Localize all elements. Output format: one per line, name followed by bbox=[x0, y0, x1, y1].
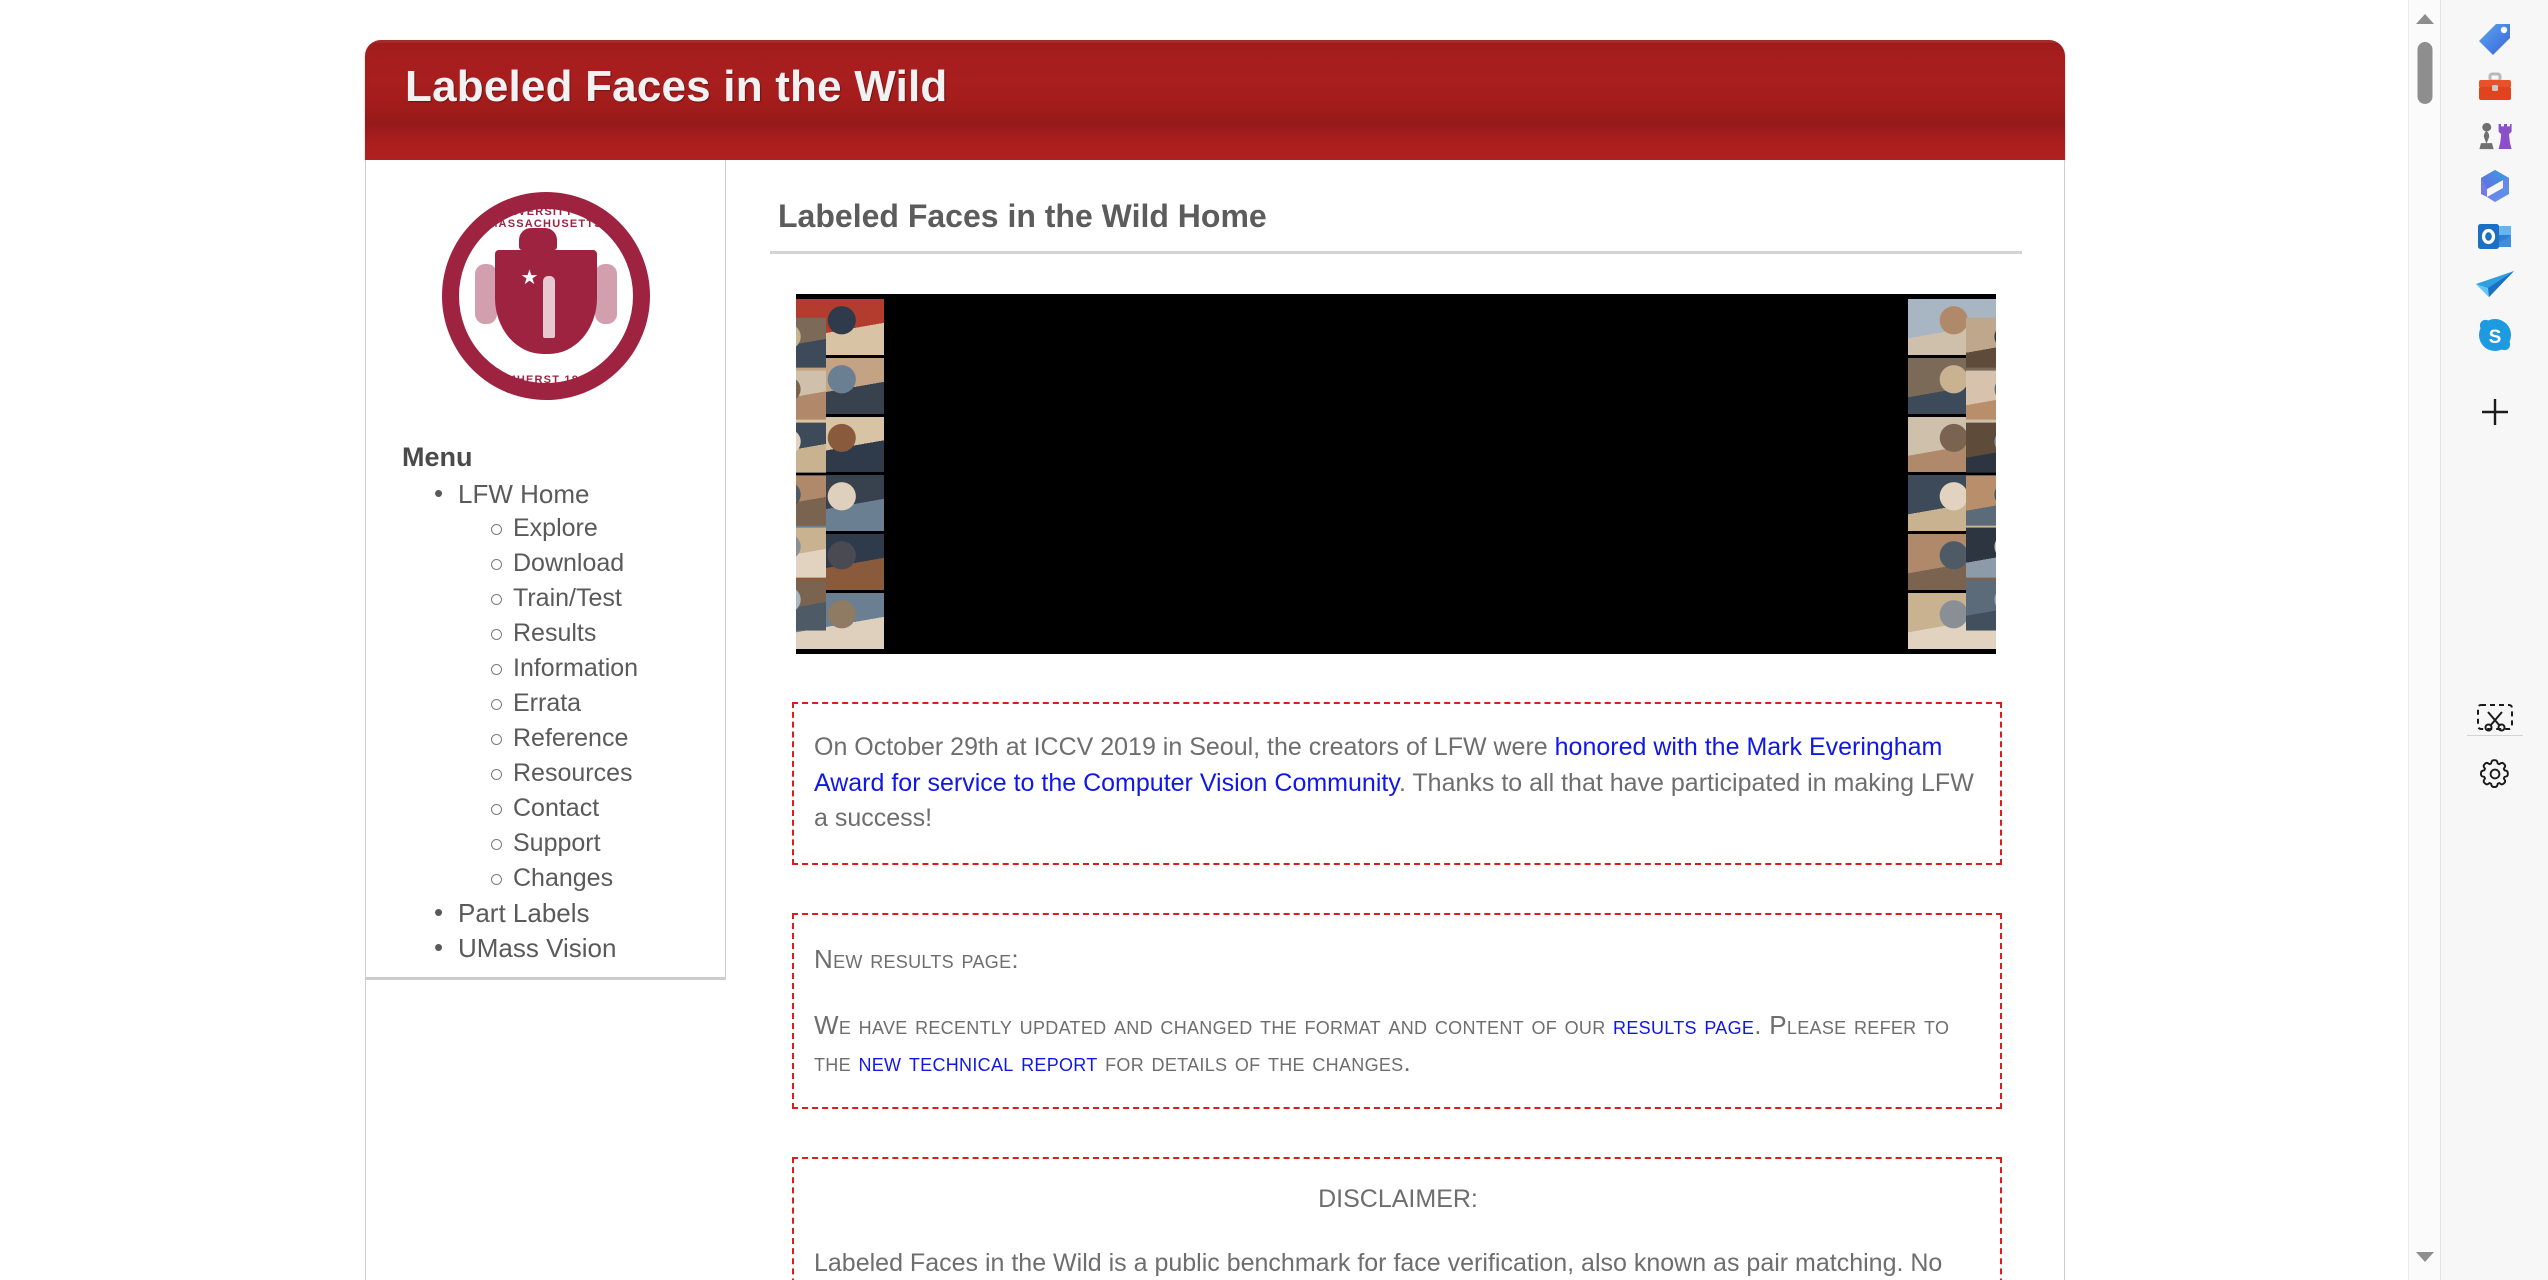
svg-text:S: S bbox=[2488, 327, 2501, 348]
banner-face-thumbnail bbox=[1966, 422, 1996, 473]
banner-face-thumbnail bbox=[796, 317, 826, 368]
banner-face-thumbnail bbox=[796, 527, 826, 578]
sidebar-item-label: Train/Test bbox=[513, 584, 622, 612]
sidebar-item-label: Information bbox=[513, 654, 639, 682]
seal-emblem: ★ bbox=[474, 226, 617, 366]
disclaimer-notice-box: DISCLAIMER: Labeled Faces in the Wild is… bbox=[792, 1157, 2002, 1280]
sidebar-submenu: Explore Download Train/Test Results Info… bbox=[458, 511, 725, 895]
sidebar-item-label: Resources bbox=[513, 759, 633, 787]
browser-viewport: Labeled Faces in the Wild UNIVERSITY OF … bbox=[0, 0, 2440, 1280]
notice-spacer bbox=[814, 977, 1982, 1007]
new-technical-report-link[interactable]: new technical report bbox=[858, 1047, 1097, 1077]
sidebar-item-label: Results bbox=[513, 619, 597, 647]
sidebar-item-label: Part Labels bbox=[458, 898, 590, 928]
sidebar-item-contact[interactable]: Contact bbox=[458, 791, 725, 825]
site-header: Labeled Faces in the Wild bbox=[365, 40, 2065, 160]
seal-figure bbox=[542, 276, 555, 338]
sidebar-item-label: Download bbox=[513, 549, 625, 577]
sidebar-item-label: Explore bbox=[513, 514, 598, 542]
page-title: Labeled Faces in the Wild Home bbox=[778, 198, 1267, 234]
title-divider bbox=[770, 251, 2022, 254]
banner-face-thumbnail bbox=[1966, 580, 1996, 631]
notice-text-part: We have recently updated and changed the… bbox=[814, 1010, 1614, 1041]
sidebar-item-errata[interactable]: Errata bbox=[458, 686, 725, 720]
new-results-notice-box: New results page: We have recently updat… bbox=[792, 912, 2002, 1110]
banner-face-thumbnail bbox=[796, 475, 826, 526]
banner-face-thumbnail bbox=[1966, 475, 1996, 526]
award-notice-text: On October 29th at ICCV 2019 in Seoul, t… bbox=[814, 730, 1982, 837]
banner-face-column bbox=[1966, 317, 1996, 631]
disclaimer-text: Labeled Faces in the Wild is a public be… bbox=[814, 1249, 1943, 1278]
sidebar-item-reference[interactable]: Reference bbox=[458, 721, 725, 755]
sidebar-item-label: Support bbox=[513, 829, 601, 857]
sidebar-item-support[interactable]: Support bbox=[458, 826, 725, 860]
sidebar-item-resources[interactable]: Resources bbox=[458, 756, 725, 790]
results-page-link[interactable]: results page bbox=[1613, 1010, 1754, 1040]
banner-face-thumbnail bbox=[796, 580, 826, 631]
seal-left-wreath bbox=[474, 264, 497, 324]
sidebar-item-label: Contact bbox=[513, 794, 600, 822]
banner-face-column bbox=[796, 317, 826, 631]
banner-face-thumbnail bbox=[796, 370, 826, 421]
scroll-down-arrow-icon[interactable] bbox=[2415, 1252, 2434, 1262]
banner-face-thumbnail bbox=[1966, 527, 1996, 578]
site-container: Labeled Faces in the Wild UNIVERSITY OF … bbox=[365, 40, 2065, 1280]
site-body: UNIVERSITY OF MASSACHUSETTS AMHERST 1863… bbox=[365, 160, 2065, 1280]
sidebar-item-download[interactable]: Download bbox=[458, 546, 725, 580]
seal-bottom-text: AMHERST 1863 bbox=[497, 374, 594, 386]
sidebar-item-train-test[interactable]: Train/Test bbox=[458, 581, 725, 615]
screen: Labeled Faces in the Wild UNIVERSITY OF … bbox=[0, 0, 2548, 1280]
add-icon[interactable] bbox=[2466, 383, 2524, 441]
award-notice-box: On October 29th at ICCV 2019 in Seoul, t… bbox=[792, 702, 2002, 865]
sidebar-item-label: LFW Home bbox=[458, 479, 590, 509]
banner-face-thumbnail bbox=[1966, 317, 1996, 368]
sidebar-item-umass-vision[interactable]: UMass Vision bbox=[366, 930, 725, 965]
page-scrollbar[interactable] bbox=[2408, 0, 2440, 1280]
menu-heading: Menu bbox=[402, 442, 473, 472]
site-title: Labeled Faces in the Wild bbox=[405, 62, 948, 111]
sidebar-item-explore[interactable]: Explore bbox=[458, 511, 725, 545]
seal-star: ★ bbox=[520, 267, 539, 289]
scroll-up-arrow-icon[interactable] bbox=[2415, 14, 2434, 24]
new-results-text: We have recently updated and changed the… bbox=[814, 1007, 1982, 1081]
banner-face-thumbnail bbox=[796, 422, 826, 473]
sidebar-item-information[interactable]: Information bbox=[458, 651, 725, 685]
banner-face-thumbnail bbox=[1966, 370, 1996, 421]
seal-crest bbox=[518, 228, 557, 250]
umass-seal-logo[interactable]: UNIVERSITY OF MASSACHUSETTS AMHERST 1863… bbox=[441, 192, 650, 400]
lfw-banner-image bbox=[796, 294, 1996, 654]
rail-divider bbox=[2466, 735, 2523, 736]
sidebar-item-label: Changes bbox=[513, 864, 614, 892]
sidebar-menu: LFW Home Explore Download Train/Test Res… bbox=[366, 476, 725, 965]
notice-text-part: for details of the changes. bbox=[1097, 1047, 1412, 1078]
sidebar-item-lfw-home[interactable]: LFW Home Explore Download Train/Test Res… bbox=[366, 476, 725, 895]
skype-icon[interactable]: S bbox=[2466, 306, 2524, 364]
notice-text-part: On October 29th at ICCV 2019 in Seoul, t… bbox=[814, 733, 1555, 761]
sidebar-item-label: UMass Vision bbox=[458, 933, 617, 963]
snip-icon[interactable] bbox=[2466, 690, 2524, 748]
sidebar-item-changes[interactable]: Changes bbox=[458, 861, 725, 895]
sidebar-item-results[interactable]: Results bbox=[458, 616, 725, 650]
sidebar-item-label: Reference bbox=[513, 724, 629, 752]
scrollbar-thumb[interactable] bbox=[2417, 42, 2432, 104]
sidebar: UNIVERSITY OF MASSACHUSETTS AMHERST 1863… bbox=[366, 160, 726, 980]
main-content: Labeled Faces in the Wild Home On Octobe… bbox=[726, 160, 2064, 1280]
app-rail: S bbox=[2440, 0, 2548, 1280]
seal-right-wreath bbox=[594, 264, 617, 324]
seal-shield: ★ bbox=[494, 250, 597, 354]
sidebar-item-label: Errata bbox=[513, 689, 582, 717]
sidebar-item-part-labels[interactable]: Part Labels bbox=[366, 895, 725, 930]
new-results-heading: New results page: bbox=[814, 943, 1019, 974]
disclaimer-heading: DISCLAIMER: bbox=[1318, 1185, 1478, 1214]
gear-icon[interactable] bbox=[2466, 745, 2524, 803]
